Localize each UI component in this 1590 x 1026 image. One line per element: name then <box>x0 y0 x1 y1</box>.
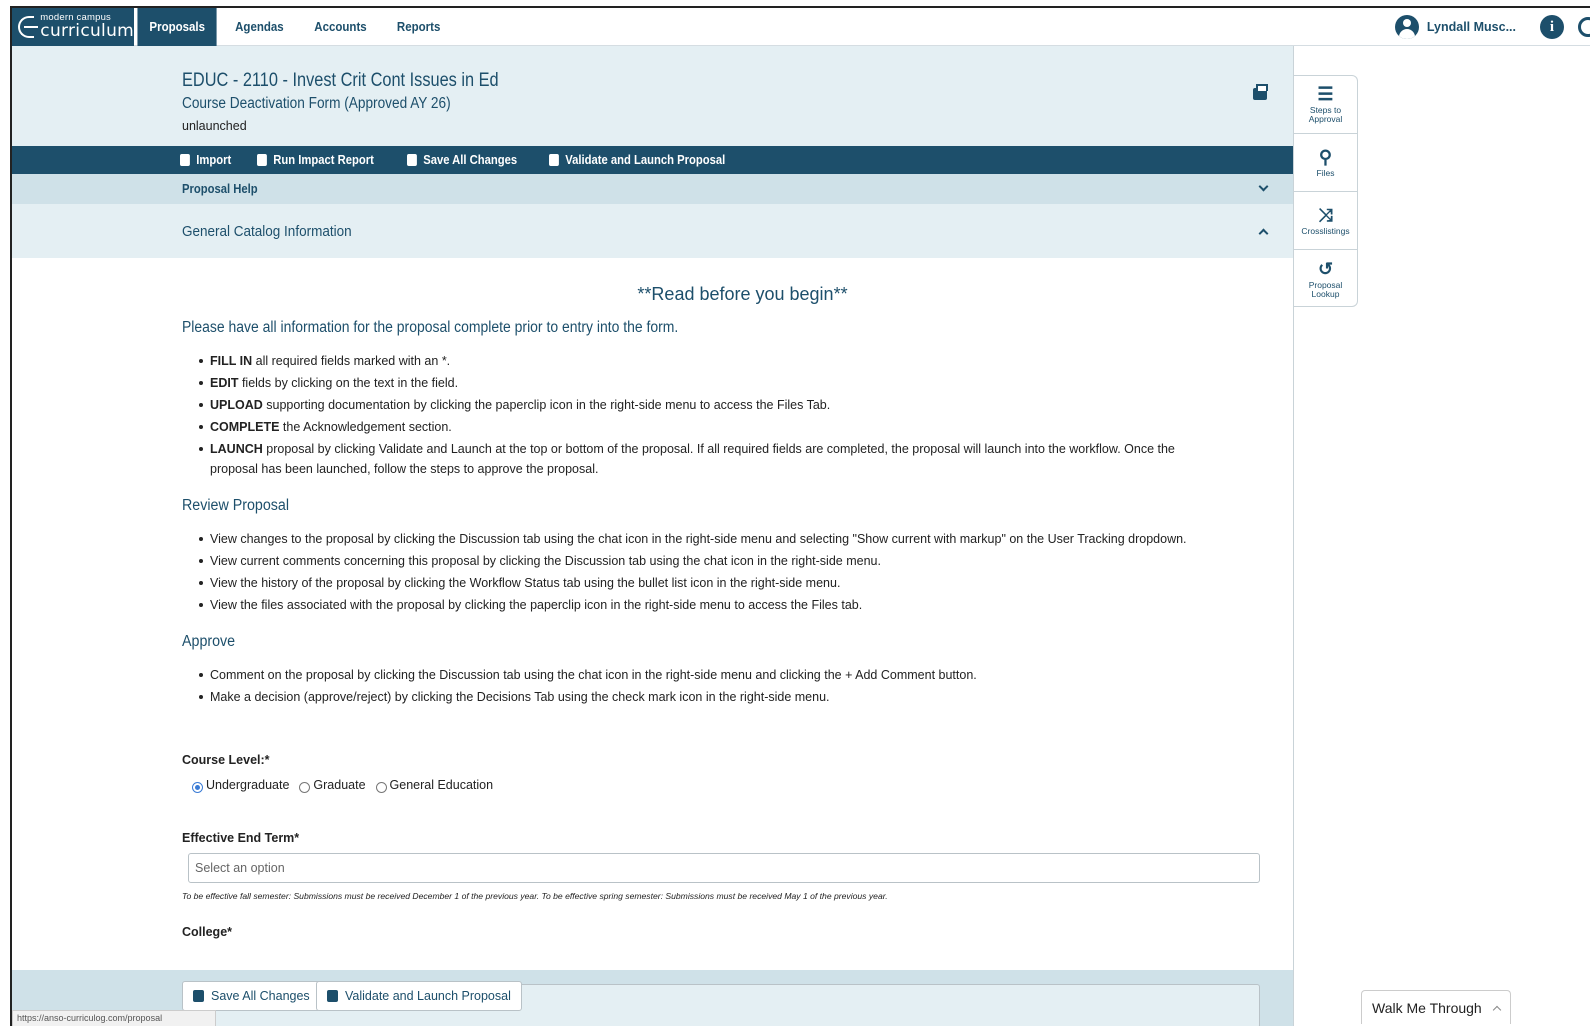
radio-general-education[interactable] <box>375 782 387 793</box>
info-icon[interactable]: i <box>1540 15 1564 39</box>
list-item: FILL IN all required fields marked with … <box>199 351 1202 371</box>
approve-list: Comment on the proposal by clicking the … <box>182 665 1202 707</box>
proposal-help-toggle[interactable]: Proposal Help <box>12 174 1293 204</box>
approve-heading: Approve <box>182 633 236 650</box>
chevron-up-icon <box>1492 1005 1501 1014</box>
rocket-icon <box>549 154 560 166</box>
rail-proposal-lookup[interactable]: ↺ Proposal Lookup <box>1294 250 1357 308</box>
list-icon: ☰ <box>1317 84 1334 104</box>
radio-graduate[interactable] <box>299 782 311 793</box>
intro-lead: Please have all information for the prop… <box>182 319 679 336</box>
list-item: EDIT fields by clicking on the text in t… <box>199 373 1202 393</box>
validate-launch-button[interactable]: Validate and Launch Proposal <box>549 153 725 167</box>
walk-me-through-launcher[interactable]: Walk Me Through <box>1361 990 1511 1024</box>
chevron-down-icon <box>1258 181 1269 192</box>
section-title: General Catalog Information <box>182 222 352 240</box>
college-label: College* <box>182 925 233 939</box>
section-body: **Read before you begin** Please have al… <box>12 284 1293 939</box>
right-side-menu: ☰ Steps to Approval ⚲ Files ⤨ Crosslisti… <box>1294 75 1358 307</box>
paperclip-icon: ⚲ <box>1318 146 1333 167</box>
run-impact-report-button[interactable]: Run Impact Report <box>256 153 374 167</box>
print-icon[interactable] <box>1253 84 1268 100</box>
proposal-status: unlaunched <box>182 119 247 133</box>
radio-label-undergraduate[interactable]: Undergraduate <box>206 778 289 792</box>
effective-end-term-label: Effective End Term* <box>182 831 300 845</box>
read-before-heading: **Read before you begin** <box>637 284 848 304</box>
rail-crosslistings[interactable]: ⤨ Crosslistings <box>1294 192 1357 250</box>
save-icon <box>406 154 417 166</box>
list-item: Comment on the proposal by clicking the … <box>199 665 1202 685</box>
list-item: UPLOAD supporting documentation by click… <box>199 395 1202 415</box>
floating-save-button[interactable]: Save All Changes <box>182 981 321 1011</box>
nav-right-group: Lyndall Musc... i <box>1394 8 1590 46</box>
rail-files[interactable]: ⚲ Files <box>1294 134 1357 192</box>
brand-logo[interactable]: modern campus curriculum <box>12 8 134 46</box>
radio-label-graduate[interactable]: Graduate <box>313 778 365 792</box>
user-name[interactable]: Lyndall Musc... <box>1427 20 1516 34</box>
proposal-help-label: Proposal Help <box>182 182 258 196</box>
nav-tab-reports[interactable]: Reports <box>385 8 452 46</box>
list-item: View the files associated with the propo… <box>199 595 1202 615</box>
proposal-title: EDUC - 2110 - Invest Crit Cont Issues in… <box>182 70 499 91</box>
proposal-toolbar: Import Run Impact Report Save All Change… <box>12 146 1293 174</box>
radio-label-general-education[interactable]: General Education <box>390 778 494 792</box>
user-avatar-icon[interactable] <box>1394 15 1419 39</box>
course-level-radio-group: Undergraduate Graduate General Education <box>182 777 1293 793</box>
list-item: View changes to the proposal by clicking… <box>199 529 1202 549</box>
list-item: Make a decision (approve/reject) by clic… <box>199 687 1202 707</box>
rocket-icon <box>327 990 338 1002</box>
floating-validate-button[interactable]: Validate and Launch Proposal <box>316 981 522 1011</box>
brand-mark-icon <box>18 15 39 38</box>
effective-end-term-select[interactable]: Select an option <box>188 853 1260 883</box>
import-icon <box>180 154 190 166</box>
report-file-icon <box>256 154 267 166</box>
brand-big-text: curriculum <box>40 21 134 42</box>
nav-tab-agendas[interactable]: Agendas <box>224 8 296 46</box>
history-icon: ↺ <box>1317 258 1334 279</box>
main-content: EDUC - 2110 - Invest Crit Cont Issues in… <box>12 46 1294 1026</box>
status-bar-url: https://anso-curriculog.com/proposal <box>12 1010 216 1026</box>
course-level-label: Course Level:* <box>182 753 270 767</box>
list-item: View current comments concerning this pr… <box>199 551 1202 571</box>
instructions-list: FILL IN all required fields marked with … <box>182 351 1202 479</box>
review-list: View changes to the proposal by clicking… <box>182 529 1202 615</box>
radio-undergraduate[interactable] <box>192 782 203 793</box>
list-item: LAUNCH proposal by clicking Validate and… <box>199 439 1202 479</box>
search-icon[interactable] <box>1578 17 1590 37</box>
nav-tab-accounts[interactable]: Accounts <box>303 8 379 46</box>
app-window: modern campus curriculum Proposals Agend… <box>10 6 1590 1026</box>
rail-steps-to-approval[interactable]: ☰ Steps to Approval <box>1294 76 1357 134</box>
top-navigation: modern campus curriculum Proposals Agend… <box>12 8 1590 46</box>
proposal-form-name: Course Deactivation Form (Approved AY 26… <box>182 95 451 112</box>
nav-tab-proposals[interactable]: Proposals <box>137 8 217 46</box>
review-proposal-heading: Review Proposal <box>182 497 290 514</box>
import-button[interactable]: Import <box>180 153 231 167</box>
chevron-up-icon <box>1258 228 1269 239</box>
shuffle-icon: ⤨ <box>1318 204 1333 225</box>
save-all-changes-button[interactable]: Save All Changes <box>406 153 517 167</box>
save-icon <box>193 990 204 1002</box>
end-term-helper-text: To be effective fall semester: Submissio… <box>182 891 888 901</box>
list-item: COMPLETE the Acknowledgement section. <box>199 417 1202 437</box>
list-item: View the history of the proposal by clic… <box>199 573 1202 593</box>
general-catalog-section-toggle[interactable]: General Catalog Information <box>12 204 1293 258</box>
proposal-header: EDUC - 2110 - Invest Crit Cont Issues in… <box>12 46 1293 146</box>
